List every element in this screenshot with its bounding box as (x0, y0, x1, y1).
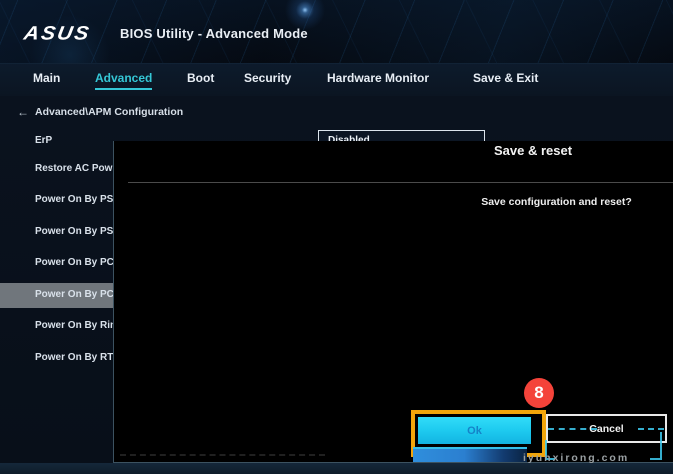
step-8-badge: 8 (524, 378, 554, 408)
watermark-blue-band (413, 447, 527, 462)
list-item[interactable]: Power On By PS/ (35, 225, 116, 238)
tab-main[interactable]: Main (33, 71, 60, 88)
dialog-message: Save configuration and reset? (454, 196, 659, 208)
dialog-separator (128, 182, 673, 183)
tab-security[interactable]: Security (244, 71, 291, 88)
watermark-text: iyunxirong.com (523, 452, 629, 464)
breadcrumb: Advanced\APM Configuration (35, 106, 183, 118)
dialog-title: Save & reset (494, 143, 572, 158)
tab-hardware-monitor[interactable]: Hardware Monitor (327, 71, 429, 88)
list-item[interactable]: Power On By PS/ (35, 193, 116, 206)
list-item-selected[interactable]: Power On By PCI (35, 288, 117, 301)
nav-bar: Main Advanced Boot Security Hardware Mon… (0, 63, 673, 96)
list-item[interactable]: Power On By PCI (35, 256, 117, 269)
asus-logo: ASUS (22, 23, 92, 45)
back-arrow-icon[interactable]: ← (17, 105, 29, 119)
save-reset-dialog: Save & reset Save configuration and rese… (113, 141, 673, 463)
list-item[interactable]: Power On By RTC (35, 351, 121, 364)
dialog-bottom-dashes (120, 454, 325, 456)
tab-advanced[interactable]: Advanced (95, 71, 152, 90)
watermark-dash (548, 428, 597, 430)
list-item[interactable]: Restore AC Pow (35, 162, 112, 175)
watermark-bracket (650, 432, 662, 460)
erp-label: ErP (35, 134, 52, 147)
app-title: BIOS Utility - Advanced Mode (120, 26, 308, 41)
tab-save-exit[interactable]: Save & Exit (473, 71, 538, 88)
list-item[interactable]: Power On By Rin (35, 319, 116, 332)
ok-button[interactable]: Ok (418, 417, 531, 444)
header-bar: ASUS BIOS Utility - Advanced Mode (0, 0, 673, 63)
tab-boot[interactable]: Boot (187, 71, 214, 88)
watermark-dash (638, 428, 664, 430)
bottom-bar (0, 463, 673, 474)
